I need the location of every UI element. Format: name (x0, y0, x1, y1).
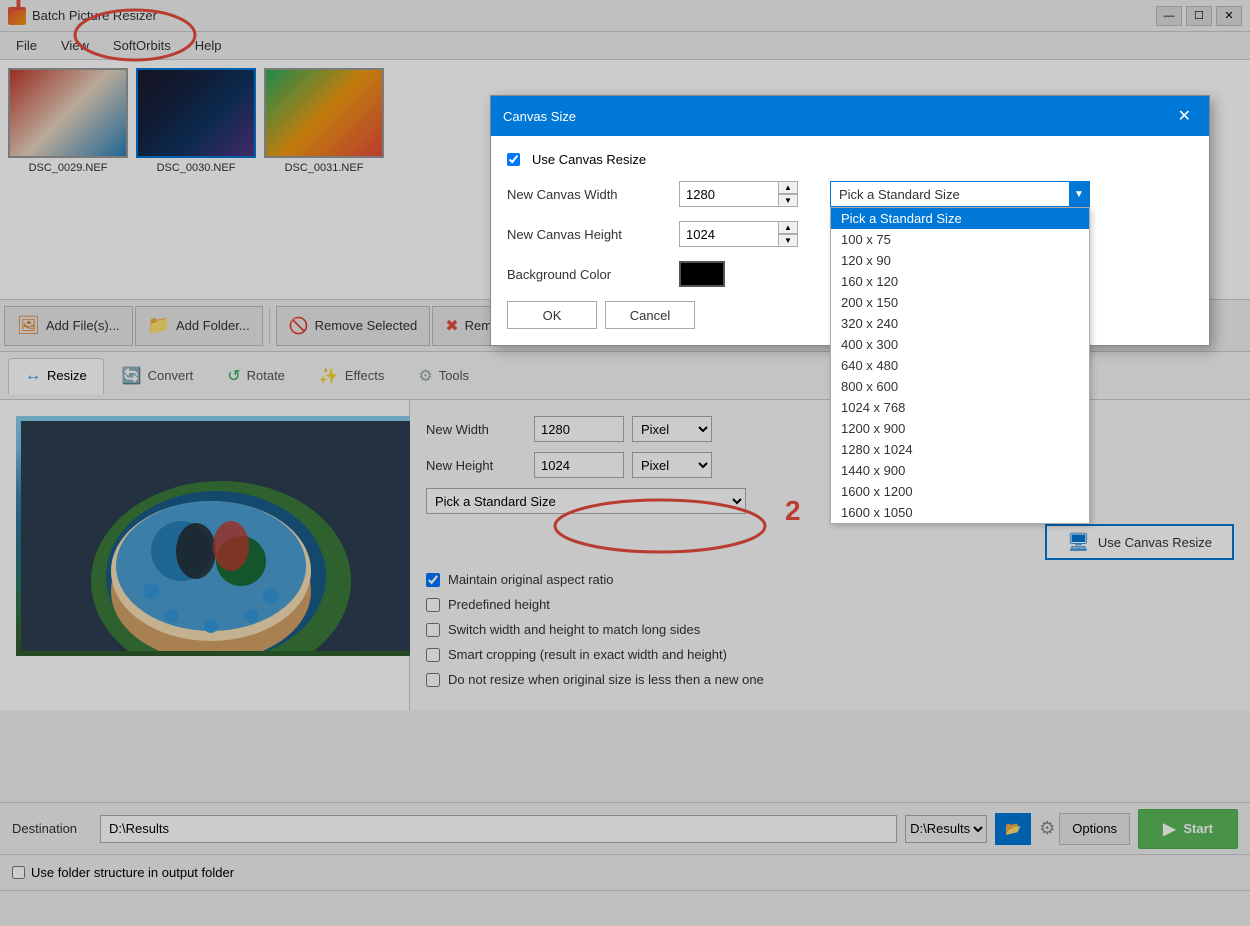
modal-title-bar: Canvas Size ✕ (491, 96, 1209, 136)
background-color-label: Background Color (507, 267, 667, 282)
dropdown-item[interactable]: 320 x 240 (831, 313, 1089, 334)
canvas-width-row: New Canvas Width ▲ ▼ Pick a Standard Siz… (507, 181, 1193, 207)
dropdown-item[interactable]: 100 x 75 (831, 229, 1089, 250)
canvas-size-dialog: Canvas Size ✕ Use Canvas Resize New Canv… (490, 95, 1210, 346)
canvas-height-label: New Canvas Height (507, 227, 667, 242)
cancel-button[interactable]: Cancel (605, 301, 695, 329)
use-canvas-checkbox[interactable] (507, 153, 520, 166)
dropdown-item[interactable]: 200 x 150 (831, 292, 1089, 313)
dropdown-item[interactable]: 640 x 480 (831, 355, 1089, 376)
standard-size-dropdown-container: Pick a Standard Size ▼ Pick a Standard S… (830, 181, 1090, 207)
dropdown-item[interactable]: 1440 x 900 (831, 460, 1089, 481)
dropdown-arrow-icon: ▼ (1069, 182, 1089, 206)
canvas-width-up-button[interactable]: ▲ (778, 181, 798, 194)
canvas-height-input[interactable] (679, 221, 779, 247)
dropdown-item[interactable]: 120 x 90 (831, 250, 1089, 271)
standard-size-dropdown[interactable]: Pick a Standard Size ▼ (830, 181, 1090, 207)
modal-title: Canvas Size (503, 109, 576, 124)
dropdown-item[interactable]: 1200 x 900 (831, 418, 1089, 439)
dropdown-item[interactable]: Pick a Standard Size (831, 208, 1089, 229)
dropdown-item[interactable]: 1600 x 1050 (831, 502, 1089, 523)
dropdown-item[interactable]: 160 x 120 (831, 271, 1089, 292)
canvas-height-down-button[interactable]: ▼ (778, 234, 798, 247)
use-canvas-modal-label[interactable]: Use Canvas Resize (532, 152, 646, 167)
background-color-swatch[interactable] (679, 261, 725, 287)
canvas-height-spinner-buttons: ▲ ▼ (778, 221, 798, 247)
canvas-height-up-button[interactable]: ▲ (778, 221, 798, 234)
canvas-height-spinner: ▲ ▼ (679, 221, 798, 247)
canvas-width-spinner: ▲ ▼ (679, 181, 798, 207)
canvas-width-spinner-buttons: ▲ ▼ (778, 181, 798, 207)
dropdown-selected-label: Pick a Standard Size (831, 187, 1069, 202)
dropdown-item[interactable]: 1024 x 768 (831, 397, 1089, 418)
dropdown-item[interactable]: 1280 x 1024 (831, 439, 1089, 460)
dropdown-item[interactable]: 800 x 600 (831, 376, 1089, 397)
canvas-width-label: New Canvas Width (507, 187, 667, 202)
dropdown-item[interactable]: 1600 x 1200 (831, 481, 1089, 502)
modal-close-button[interactable]: ✕ (1172, 104, 1197, 128)
canvas-width-input[interactable] (679, 181, 779, 207)
use-canvas-row: Use Canvas Resize (507, 152, 1193, 167)
canvas-width-down-button[interactable]: ▼ (778, 194, 798, 207)
dropdown-list: Pick a Standard Size 100 x 75 120 x 90 1… (830, 207, 1090, 524)
ok-button[interactable]: OK (507, 301, 597, 329)
dropdown-item[interactable]: 400 x 300 (831, 334, 1089, 355)
modal-body: Use Canvas Resize New Canvas Width ▲ ▼ P… (491, 136, 1209, 345)
